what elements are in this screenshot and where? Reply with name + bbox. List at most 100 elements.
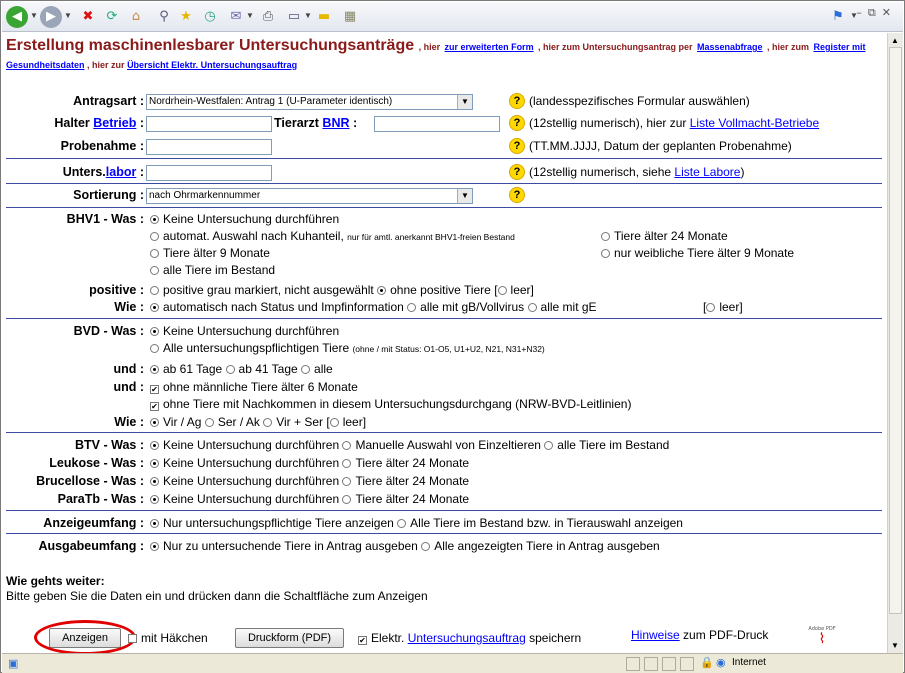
radio-checked[interactable] [150, 215, 159, 224]
back-icon[interactable]: ◀ [6, 6, 28, 28]
radio[interactable] [342, 441, 352, 450]
stop-icon[interactable]: ✖ [78, 7, 98, 27]
radio-checked[interactable] [150, 303, 159, 312]
druckform-button[interactable]: Druckform (PDF) [235, 628, 344, 648]
history-icon[interactable]: ◷ [200, 7, 220, 27]
link-labor[interactable]: labor [106, 165, 137, 179]
bhv1-option[interactable]: Tiere älter 9 Monate [150, 246, 270, 260]
radio[interactable] [342, 477, 352, 486]
link-bnr[interactable]: BNR [322, 116, 349, 130]
halter-input[interactable] [146, 116, 272, 132]
radio[interactable] [150, 286, 159, 295]
radio-checked[interactable] [150, 519, 159, 528]
radio[interactable] [342, 459, 352, 468]
help-icon[interactable]: ? [509, 93, 525, 109]
radio-checked[interactable] [377, 286, 387, 295]
elektr-option[interactable]: ✔ Elektr. Untersuchungsauftrag speichern [358, 631, 581, 645]
edit-icon[interactable]: ▭ [284, 7, 304, 27]
help-icon[interactable]: ? [509, 164, 525, 180]
link-vollmacht-betriebe[interactable]: Liste Vollmacht-Betriebe [690, 116, 819, 130]
tierarzt-input[interactable] [374, 116, 500, 132]
radio-checked[interactable] [150, 418, 159, 427]
forward-dropdown-icon[interactable]: ▼ [64, 11, 72, 20]
bvd-checkbox[interactable]: ✔ ohne Tiere mit Nachkommen in diesem Unt… [150, 397, 631, 411]
home-icon[interactable]: ⌂ [126, 7, 146, 27]
link-register[interactable]: Register mit [813, 42, 865, 52]
radio[interactable] [150, 249, 159, 258]
radio[interactable] [527, 303, 537, 312]
radio[interactable] [407, 303, 417, 312]
mail-icon[interactable]: ✉ [226, 7, 246, 27]
chevron-down-icon[interactable]: ▼ [457, 95, 472, 109]
folder-icon[interactable]: ▬ [314, 7, 334, 27]
bvd-checkbox[interactable]: ✔ ohne männliche Tiere älter 6 Monate [150, 380, 358, 394]
radio[interactable] [601, 249, 610, 258]
radio[interactable] [301, 365, 311, 374]
bhv1-option[interactable]: Keine Untersuchung durchführen [150, 212, 339, 226]
scroll-up-icon[interactable]: ▲ [891, 36, 899, 45]
print-icon[interactable]: ⎙ [258, 7, 278, 27]
radio[interactable] [497, 286, 507, 295]
radio[interactable] [204, 418, 214, 427]
radio[interactable] [150, 344, 159, 353]
window-controls[interactable]: –⧉✕ [856, 6, 897, 20]
forward-icon[interactable]: ▶ [40, 6, 62, 28]
labor-input[interactable] [146, 165, 272, 181]
checkbox-checked[interactable]: ✔ [150, 385, 159, 394]
checkbox[interactable] [128, 634, 137, 643]
radio[interactable] [706, 303, 716, 312]
link-erweiterte-form[interactable]: zur erweiterten Form [445, 42, 534, 52]
adobe-pdf-icon[interactable]: Adobe PDF ⌇ [808, 626, 836, 650]
bhv1-option[interactable]: alle Tiere im Bestand [150, 263, 275, 277]
mail-dropdown-icon[interactable]: ▼ [246, 11, 254, 20]
radio-checked[interactable] [150, 365, 159, 374]
link-untersuchungsauftrag[interactable]: Untersuchungsauftrag [408, 631, 526, 645]
haekchen-option[interactable]: mit Häkchen [128, 631, 208, 645]
link-uebersicht[interactable]: Übersicht Elektr. Untersuchungsauftrag [127, 60, 297, 70]
link-liste-labore[interactable]: Liste Labore [674, 165, 740, 179]
bhv1-option[interactable]: Tiere älter 24 Monate [601, 229, 728, 243]
help-icon[interactable]: ? [509, 115, 525, 131]
probenahme-input[interactable] [146, 139, 272, 155]
link-betrieb[interactable]: Betrieb [93, 116, 136, 130]
radio-checked[interactable] [150, 441, 159, 450]
checkbox-checked[interactable]: ✔ [150, 402, 159, 411]
link-hinweise[interactable]: Hinweise [631, 628, 680, 642]
radio[interactable] [263, 418, 273, 427]
scroll-down-icon[interactable]: ▼ [891, 641, 899, 650]
radio-checked[interactable] [150, 459, 159, 468]
bhv1-option[interactable]: nur weibliche Tiere älter 9 Monate [601, 246, 794, 260]
sortierung-select[interactable]: nach Ohrmarkennummer ▼ [146, 188, 473, 204]
radio[interactable] [342, 495, 352, 504]
radio[interactable] [544, 441, 554, 450]
radio[interactable] [150, 266, 159, 275]
radio[interactable] [329, 418, 339, 427]
radio[interactable] [225, 365, 235, 374]
radio[interactable] [421, 542, 431, 551]
radio[interactable] [601, 232, 610, 241]
edit-dropdown-icon[interactable]: ▼ [304, 11, 312, 20]
radio-checked[interactable] [150, 477, 159, 486]
link-gesundheitsdaten[interactable]: Gesundheitsdaten [6, 60, 85, 70]
bvd-option[interactable]: Keine Untersuchung durchführen [150, 324, 339, 338]
chevron-down-icon[interactable]: ▼ [457, 189, 472, 203]
checkbox-checked[interactable]: ✔ [358, 636, 367, 645]
help-icon[interactable]: ? [509, 138, 525, 154]
link-massenabfrage[interactable]: Massenabfrage [697, 42, 763, 52]
refresh-icon[interactable]: ⟳ [102, 7, 122, 27]
radio[interactable] [150, 232, 159, 241]
antragsart-select[interactable]: Nordrhein-Westfalen: Antrag 1 (U-Paramet… [146, 94, 473, 110]
research-icon[interactable]: ▦ [340, 7, 360, 27]
search-icon[interactable]: ⚲ [154, 7, 174, 27]
help-icon[interactable]: ? [509, 187, 525, 203]
scrollbar-thumb[interactable] [889, 47, 902, 614]
favorites-icon[interactable]: ★ [176, 7, 196, 27]
bvd-option[interactable]: Alle untersuchungspflichtigen Tiere (ohn… [150, 341, 545, 355]
radio-checked[interactable] [150, 327, 159, 336]
bhv1-option[interactable]: automat. Auswahl nach Kuhanteil, nur für… [150, 229, 515, 243]
radio-checked[interactable] [150, 542, 159, 551]
radio-checked[interactable] [150, 495, 159, 504]
back-dropdown-icon[interactable]: ▼ [30, 11, 38, 20]
radio[interactable] [397, 519, 407, 528]
vertical-scrollbar[interactable]: ▲ ▼ [887, 33, 903, 653]
